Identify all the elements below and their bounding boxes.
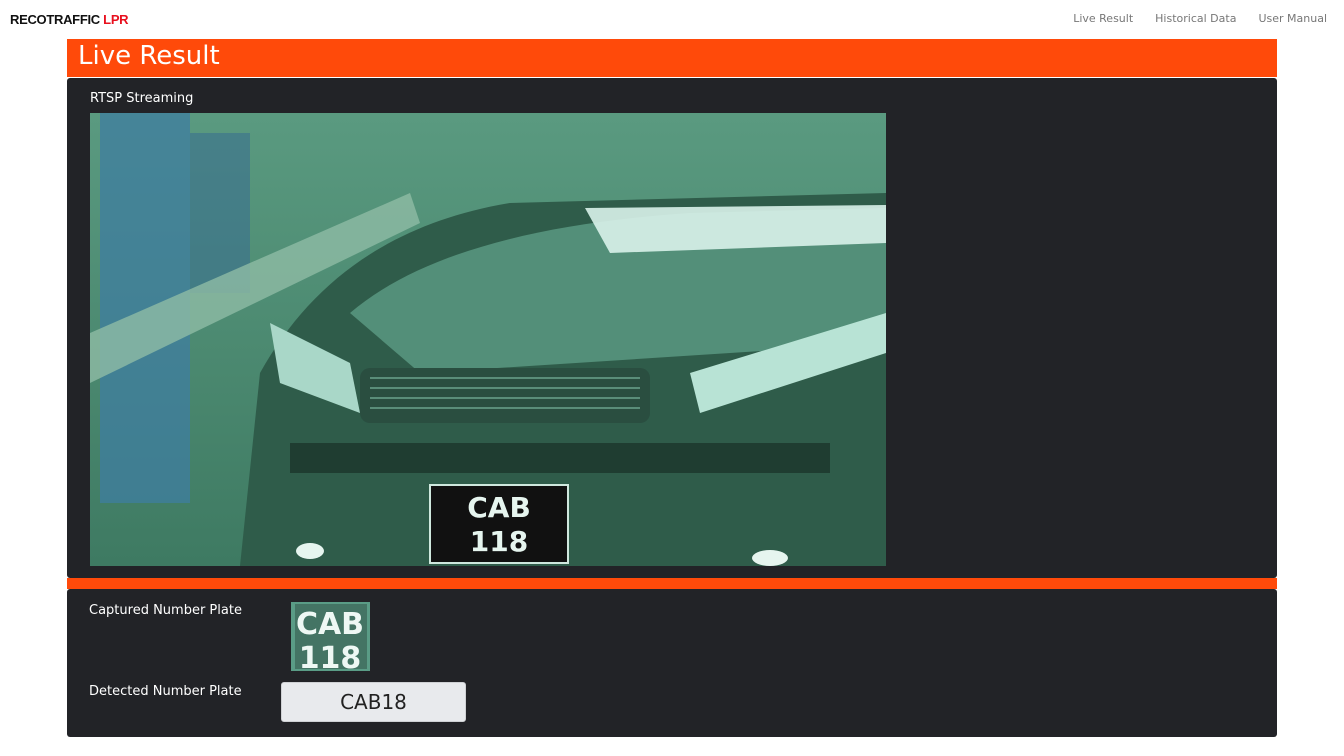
nav-link-user-manual[interactable]: User Manual [1258,12,1327,25]
rtsp-video-feed[interactable]: CAB 118 [90,113,886,566]
section-divider [67,578,1277,589]
captured-plate-line1: CAB [296,607,364,642]
video-plate-line2: 118 [470,525,528,558]
brand-main-text: RECOTRAFFIC [10,12,104,27]
top-navbar: RECOTRAFFIC LPR Live Result Historical D… [0,0,1344,38]
detected-plate-value: CAB18 [281,682,466,722]
result-panel: Captured Number Plate CAB 118 Detected N… [67,589,1277,737]
nav-link-live-result[interactable]: Live Result [1073,12,1133,25]
page-header: Live Result [67,39,1277,77]
brand-accent-text: LPR [103,12,129,27]
brand-logo[interactable]: RECOTRAFFIC LPR [10,12,129,27]
captured-plate-image: CAB 118 [291,602,370,671]
nav-link-historical-data[interactable]: Historical Data [1155,12,1236,25]
captured-plate-line2: 118 [299,641,362,671]
page-title: Live Result [78,41,220,71]
video-plate-line1: CAB [467,491,531,524]
captured-plate-label: Captured Number Plate [89,603,242,618]
stream-panel: RTSP Streaming CAB 118 [67,78,1277,578]
stream-label: RTSP Streaming [90,91,194,106]
video-frame: CAB 118 [90,113,886,566]
detected-plate-label: Detected Number Plate [89,684,242,699]
nav-menu: Live Result Historical Data User Manual [1073,12,1327,25]
